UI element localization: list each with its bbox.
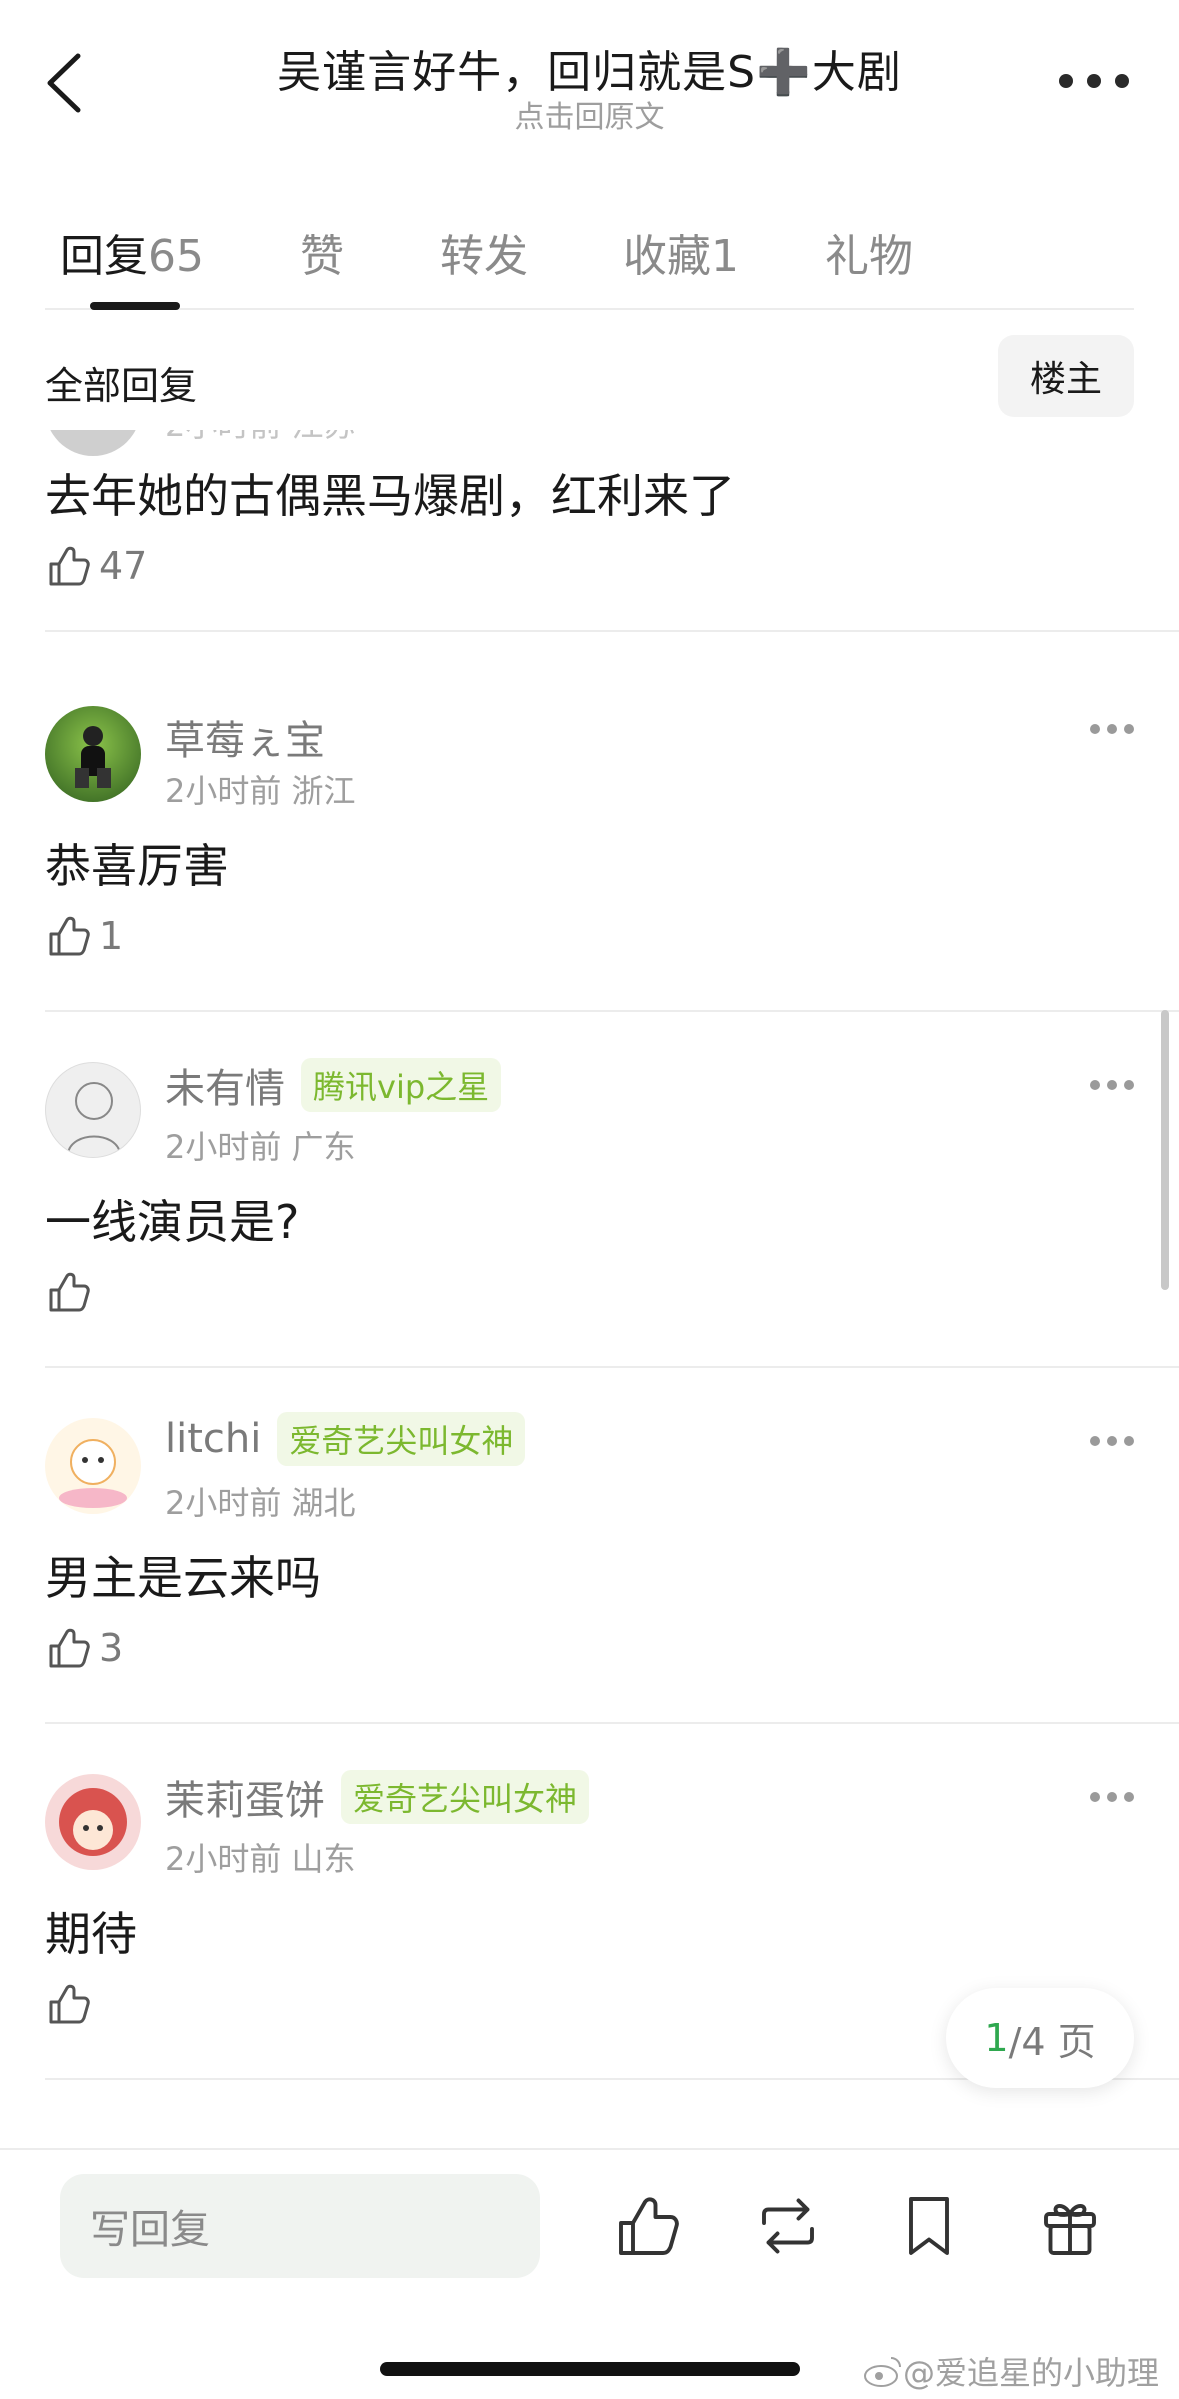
divider xyxy=(45,630,1179,632)
all-replies-label: 全部回复 xyxy=(45,364,198,408)
comment-more-button[interactable] xyxy=(1090,722,1134,736)
avatar[interactable] xyxy=(45,1418,141,1514)
tab-likes[interactable]: 赞 xyxy=(300,220,344,284)
username-text: 草莓ぇ宝 xyxy=(165,718,325,764)
comment-meta: 2小时前 江苏 xyxy=(165,430,356,446)
page-indicator[interactable]: 1/4 页 xyxy=(946,1988,1134,2088)
bookmark-button[interactable] xyxy=(893,2190,965,2262)
like-post-button[interactable] xyxy=(612,2190,684,2262)
username[interactable]: 茉莉蛋饼 爱奇艺尖叫女神 xyxy=(165,1768,590,1826)
like-button[interactable]: 1 xyxy=(45,910,123,962)
thumbs-up-icon xyxy=(49,1272,90,1312)
tab-count: 65 xyxy=(148,231,204,282)
avatar[interactable] xyxy=(45,430,141,456)
divider xyxy=(45,1722,1179,1724)
scrollbar[interactable] xyxy=(1161,1010,1169,1290)
comment-more-button[interactable] xyxy=(1090,1434,1134,1448)
weibo-logo-icon xyxy=(863,2357,901,2387)
tab-replies[interactable]: 回复65 xyxy=(60,220,204,284)
tab-label: 收藏 xyxy=(623,231,711,282)
divider xyxy=(45,1010,1179,1012)
tab-favorites[interactable]: 收藏1 xyxy=(623,220,739,284)
comment-text: 去年她的古偶黑马爆剧，红利来了 xyxy=(45,469,735,523)
comment-text: 恭喜厉害 xyxy=(45,839,229,893)
post-title[interactable]: 吴谨言好牛，回归就是S➕大剧 xyxy=(0,36,1179,100)
more-dot-icon xyxy=(1087,74,1101,88)
comment-meta: 2小时前 浙江 xyxy=(165,772,356,810)
like-button[interactable] xyxy=(45,1266,99,1318)
username-text: 未有情 xyxy=(165,1066,285,1112)
thumbs-up-icon xyxy=(49,1984,90,2024)
comment-more-button[interactable] xyxy=(1090,1790,1134,1804)
username-text: 茉莉蛋饼 xyxy=(165,1778,325,1824)
comment-list: 2小时前 江苏 去年她的古偶黑马爆剧，红利来了 47 草莓ぇ宝 2小时前 浙江 … xyxy=(0,430,1179,2150)
more-options-button[interactable] xyxy=(1059,66,1129,96)
thumbs-up-icon xyxy=(619,2197,679,2255)
like-count: 3 xyxy=(99,1626,124,1670)
thumbs-up-icon xyxy=(49,1628,90,1668)
current-page: 1 xyxy=(984,2016,1009,2060)
tab-label: 转发 xyxy=(440,231,528,282)
username-text: litchi xyxy=(165,1416,262,1462)
comment-text: 男主是云来吗 xyxy=(45,1551,321,1605)
watermark: @爱追星的小助理 xyxy=(863,2348,1159,2394)
home-indicator[interactable] xyxy=(380,2362,800,2376)
like-button[interactable]: 47 xyxy=(45,540,147,592)
username[interactable]: litchi 爱奇艺尖叫女神 xyxy=(165,1412,526,1466)
user-badge[interactable]: 腾讯vip之星 xyxy=(301,1058,502,1112)
repost-button[interactable] xyxy=(752,2190,824,2262)
repost-icon xyxy=(762,2198,814,2254)
op-only-button[interactable]: 楼主 xyxy=(998,335,1134,417)
total-pages: /4 页 xyxy=(1008,2019,1096,2064)
comment-more-button[interactable] xyxy=(1090,1078,1134,1092)
avatar[interactable] xyxy=(45,706,141,802)
avatar[interactable] xyxy=(45,1774,141,1870)
tab-reposts[interactable]: 转发 xyxy=(440,220,528,284)
avatar[interactable] xyxy=(45,1062,141,1158)
like-count: 47 xyxy=(99,544,148,588)
tab-label: 礼物 xyxy=(825,231,913,282)
username[interactable]: 草莓ぇ宝 xyxy=(165,708,325,766)
tab-label: 回复 xyxy=(60,231,148,282)
tab-count: 1 xyxy=(711,231,739,282)
more-dot-icon xyxy=(1115,74,1129,88)
tab-bar: 回复65 赞 转发 收藏1 礼物 xyxy=(45,200,1134,310)
like-button[interactable]: 3 xyxy=(45,1622,123,1674)
comment-meta: 2小时前 广东 xyxy=(165,1128,356,1166)
username[interactable]: 未有情 腾讯vip之星 xyxy=(165,1056,502,1114)
more-dot-icon xyxy=(1059,74,1073,88)
back-to-original-link[interactable]: 点击回原文 xyxy=(0,92,1179,136)
comment-meta: 2小时前 湖北 xyxy=(165,1484,356,1522)
watermark-text: @爱追星的小助理 xyxy=(902,2354,1159,2392)
comment-meta: 2小时前 山东 xyxy=(165,1840,356,1878)
tab-label: 赞 xyxy=(300,231,344,282)
reply-input[interactable]: 写回复 xyxy=(60,2174,540,2278)
top-nav-bar: 吴谨言好牛，回归就是S➕大剧 点击回原文 xyxy=(0,0,1179,170)
active-tab-indicator xyxy=(90,302,180,310)
thumbs-up-icon xyxy=(49,546,90,586)
like-button[interactable] xyxy=(45,1978,99,2030)
divider xyxy=(45,1366,1179,1368)
gift-button[interactable] xyxy=(1034,2190,1106,2262)
gift-icon xyxy=(1044,2204,1096,2255)
comment-text: 期待 xyxy=(45,1907,137,1961)
user-badge[interactable]: 爱奇艺尖叫女神 xyxy=(277,1412,526,1466)
comment-text: 一线演员是? xyxy=(45,1195,300,1249)
tab-gifts[interactable]: 礼物 xyxy=(825,220,913,284)
user-badge[interactable]: 爱奇艺尖叫女神 xyxy=(341,1770,590,1824)
like-count: 1 xyxy=(99,914,124,958)
thumbs-up-icon xyxy=(49,916,90,956)
bookmark-icon xyxy=(909,2197,949,2255)
